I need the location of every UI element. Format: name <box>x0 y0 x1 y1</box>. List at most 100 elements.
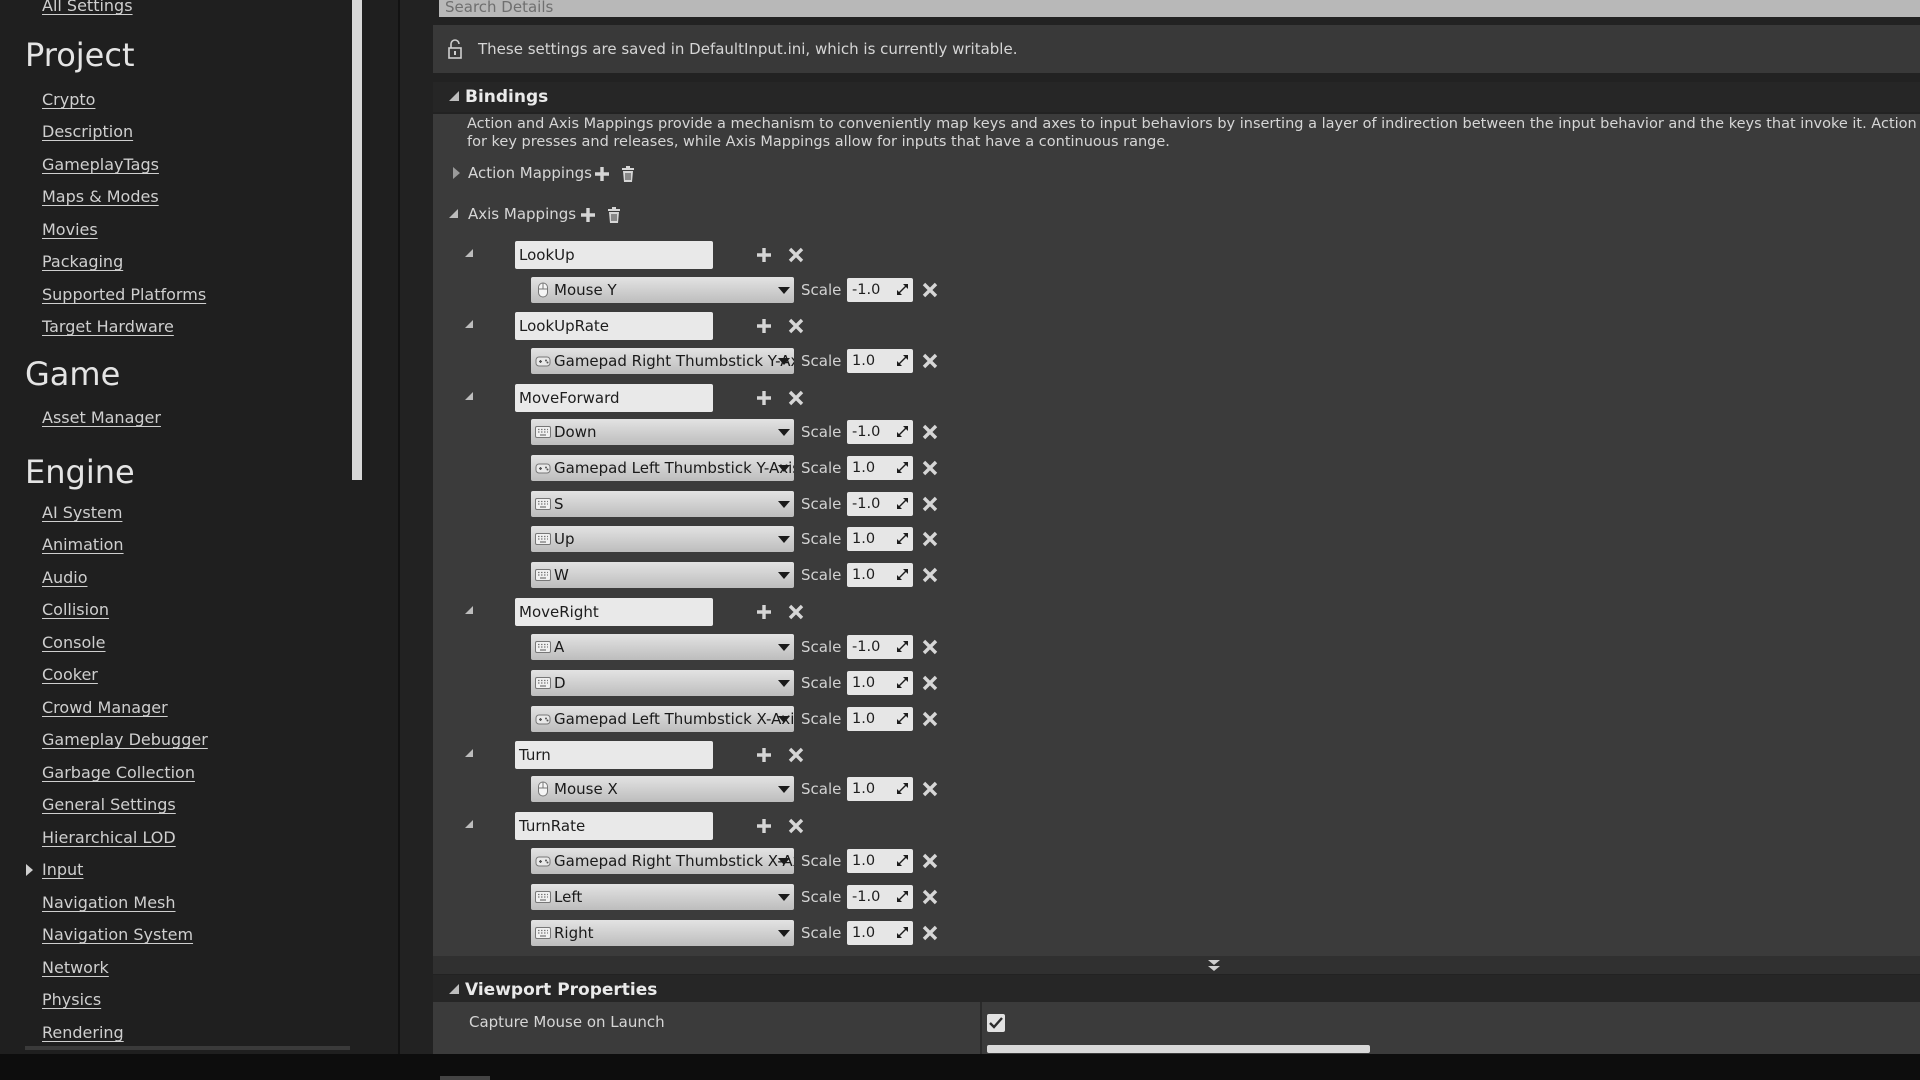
sidebar-item-garbage-collection[interactable]: Garbage Collection <box>42 763 195 783</box>
collapse-arrow-icon[interactable] <box>449 209 458 218</box>
sidebar-item-description[interactable]: Description <box>42 122 133 142</box>
sidebar-item-crowd-manager[interactable]: Crowd Manager <box>42 698 168 718</box>
key-selector[interactable]: Gamepad Left Thumbstick X-Axis <box>531 706 794 732</box>
spinner-arrows-icon[interactable] <box>896 425 909 438</box>
mapping-collapse-arrow-icon[interactable] <box>465 392 473 400</box>
scale-input[interactable]: -1.0 <box>847 278 913 302</box>
remove-key-x-icon[interactable] <box>921 495 939 513</box>
key-selector[interactable]: Mouse Y <box>531 277 794 303</box>
spinner-arrows-icon[interactable] <box>896 890 909 903</box>
mapping-collapse-arrow-icon[interactable] <box>465 820 473 828</box>
remove-key-x-icon[interactable] <box>921 638 939 656</box>
scale-input[interactable]: 1.0 <box>847 849 913 873</box>
sidebar-item-ai-system[interactable]: AI System <box>42 503 122 523</box>
spinner-arrows-icon[interactable] <box>896 461 909 474</box>
sidebar-item-gameplay-debugger[interactable]: Gameplay Debugger <box>42 730 208 750</box>
key-selector[interactable]: Mouse X <box>531 776 794 802</box>
scale-input[interactable]: -1.0 <box>847 492 913 516</box>
sidebar-item-crypto[interactable]: Crypto <box>42 90 95 110</box>
sidebar-item-audio[interactable]: Audio <box>42 568 87 588</box>
remove-key-x-icon[interactable] <box>921 566 939 584</box>
key-selector[interactable]: D <box>531 670 794 696</box>
add-action-mapping-plus-icon[interactable] <box>593 165 611 183</box>
scale-input[interactable]: -1.0 <box>847 885 913 909</box>
scale-input[interactable]: 1.0 <box>847 527 913 551</box>
add-key-plus-icon[interactable] <box>755 746 773 764</box>
add-key-plus-icon[interactable] <box>755 603 773 621</box>
scale-input[interactable]: -1.0 <box>847 420 913 444</box>
delete-all-action-mappings-trash-icon[interactable] <box>619 165 637 183</box>
viewport-section-header[interactable]: Viewport Properties <box>433 975 1920 1005</box>
remove-key-x-icon[interactable] <box>921 852 939 870</box>
sidebar-item-supported-platforms[interactable]: Supported Platforms <box>42 285 206 305</box>
spinner-arrows-icon[interactable] <box>896 640 909 653</box>
spinner-arrows-icon[interactable] <box>896 712 909 725</box>
axis-mapping-name-turnrate[interactable]: TurnRate <box>515 812 713 840</box>
spinner-arrows-icon[interactable] <box>896 283 909 296</box>
sidebar-scrollbar[interactable] <box>352 0 362 480</box>
sidebar-item-movies[interactable]: Movies <box>42 220 98 240</box>
bindings-section-header[interactable]: Bindings <box>433 82 1920 112</box>
axis-mapping-name-moveforward[interactable]: MoveForward <box>515 384 713 412</box>
key-selector[interactable]: Gamepad Right Thumbstick X-Axis <box>531 848 794 874</box>
add-key-plus-icon[interactable] <box>755 817 773 835</box>
mapping-collapse-arrow-icon[interactable] <box>465 749 473 757</box>
remove-key-x-icon[interactable] <box>921 780 939 798</box>
key-selector[interactable]: Down <box>531 419 794 445</box>
scale-input[interactable]: 1.0 <box>847 707 913 731</box>
spinner-arrows-icon[interactable] <box>896 676 909 689</box>
expand-arrow-icon[interactable] <box>453 167 460 179</box>
remove-key-x-icon[interactable] <box>921 710 939 728</box>
remove-key-x-icon[interactable] <box>921 530 939 548</box>
remove-mapping-x-icon[interactable] <box>787 389 805 407</box>
sidebar-item-network[interactable]: Network <box>42 958 109 978</box>
mapping-collapse-arrow-icon[interactable] <box>465 320 473 328</box>
key-selector[interactable]: Left <box>531 884 794 910</box>
spinner-arrows-icon[interactable] <box>896 354 909 367</box>
spinner-arrows-icon[interactable] <box>896 854 909 867</box>
remove-key-x-icon[interactable] <box>921 924 939 942</box>
remove-key-x-icon[interactable] <box>921 888 939 906</box>
add-key-plus-icon[interactable] <box>755 246 773 264</box>
key-selector[interactable]: W <box>531 562 794 588</box>
sidebar-item-physics[interactable]: Physics <box>42 990 101 1010</box>
axis-mapping-name-moveright[interactable]: MoveRight <box>515 598 713 626</box>
sidebar-item-animation[interactable]: Animation <box>42 535 124 555</box>
scale-input[interactable]: -1.0 <box>847 635 913 659</box>
key-selector[interactable]: A <box>531 634 794 660</box>
add-key-plus-icon[interactable] <box>755 317 773 335</box>
spinner-arrows-icon[interactable] <box>896 782 909 795</box>
sidebar-item-maps-modes[interactable]: Maps & Modes <box>42 187 159 207</box>
sidebar-link-all-settings[interactable]: All Settings <box>42 0 133 16</box>
remove-mapping-x-icon[interactable] <box>787 246 805 264</box>
add-axis-mapping-plus-icon[interactable] <box>579 206 597 224</box>
sidebar-item-input[interactable]: Input <box>42 860 83 880</box>
key-selector[interactable]: Up <box>531 526 794 552</box>
sidebar-item-console[interactable]: Console <box>42 633 106 653</box>
sidebar-item-rendering[interactable]: Rendering <box>42 1023 124 1043</box>
collapse-arrow-icon[interactable] <box>449 91 459 101</box>
add-key-plus-icon[interactable] <box>755 389 773 407</box>
remove-key-x-icon[interactable] <box>921 459 939 477</box>
sidebar-item-cooker[interactable]: Cooker <box>42 665 98 685</box>
property-column-splitter[interactable] <box>980 1002 982 1054</box>
search-details-input[interactable]: Search Details <box>439 0 1920 17</box>
remove-mapping-x-icon[interactable] <box>787 746 805 764</box>
scale-input[interactable]: 1.0 <box>847 456 913 480</box>
expand-more-icon[interactable] <box>1207 959 1221 971</box>
delete-all-axis-mappings-trash-icon[interactable] <box>605 206 623 224</box>
capture-mouse-checkbox[interactable] <box>987 1014 1005 1032</box>
sidebar-horizontal-scrollbar[interactable] <box>25 1046 350 1050</box>
next-property-combo[interactable] <box>987 1045 1370 1053</box>
remove-key-x-icon[interactable] <box>921 352 939 370</box>
remove-mapping-x-icon[interactable] <box>787 817 805 835</box>
axis-mapping-name-turn[interactable]: Turn <box>515 741 713 769</box>
key-selector[interactable]: S <box>531 491 794 517</box>
sidebar-item-navigation-system[interactable]: Navigation System <box>42 925 193 945</box>
mapping-collapse-arrow-icon[interactable] <box>465 606 473 614</box>
sidebar-item-packaging[interactable]: Packaging <box>42 252 123 272</box>
sidebar-item-gameplaytags[interactable]: GameplayTags <box>42 155 159 175</box>
key-selector[interactable]: Gamepad Right Thumbstick Y-Axis <box>531 348 794 374</box>
remove-key-x-icon[interactable] <box>921 281 939 299</box>
collapse-arrow-icon[interactable] <box>449 984 459 994</box>
